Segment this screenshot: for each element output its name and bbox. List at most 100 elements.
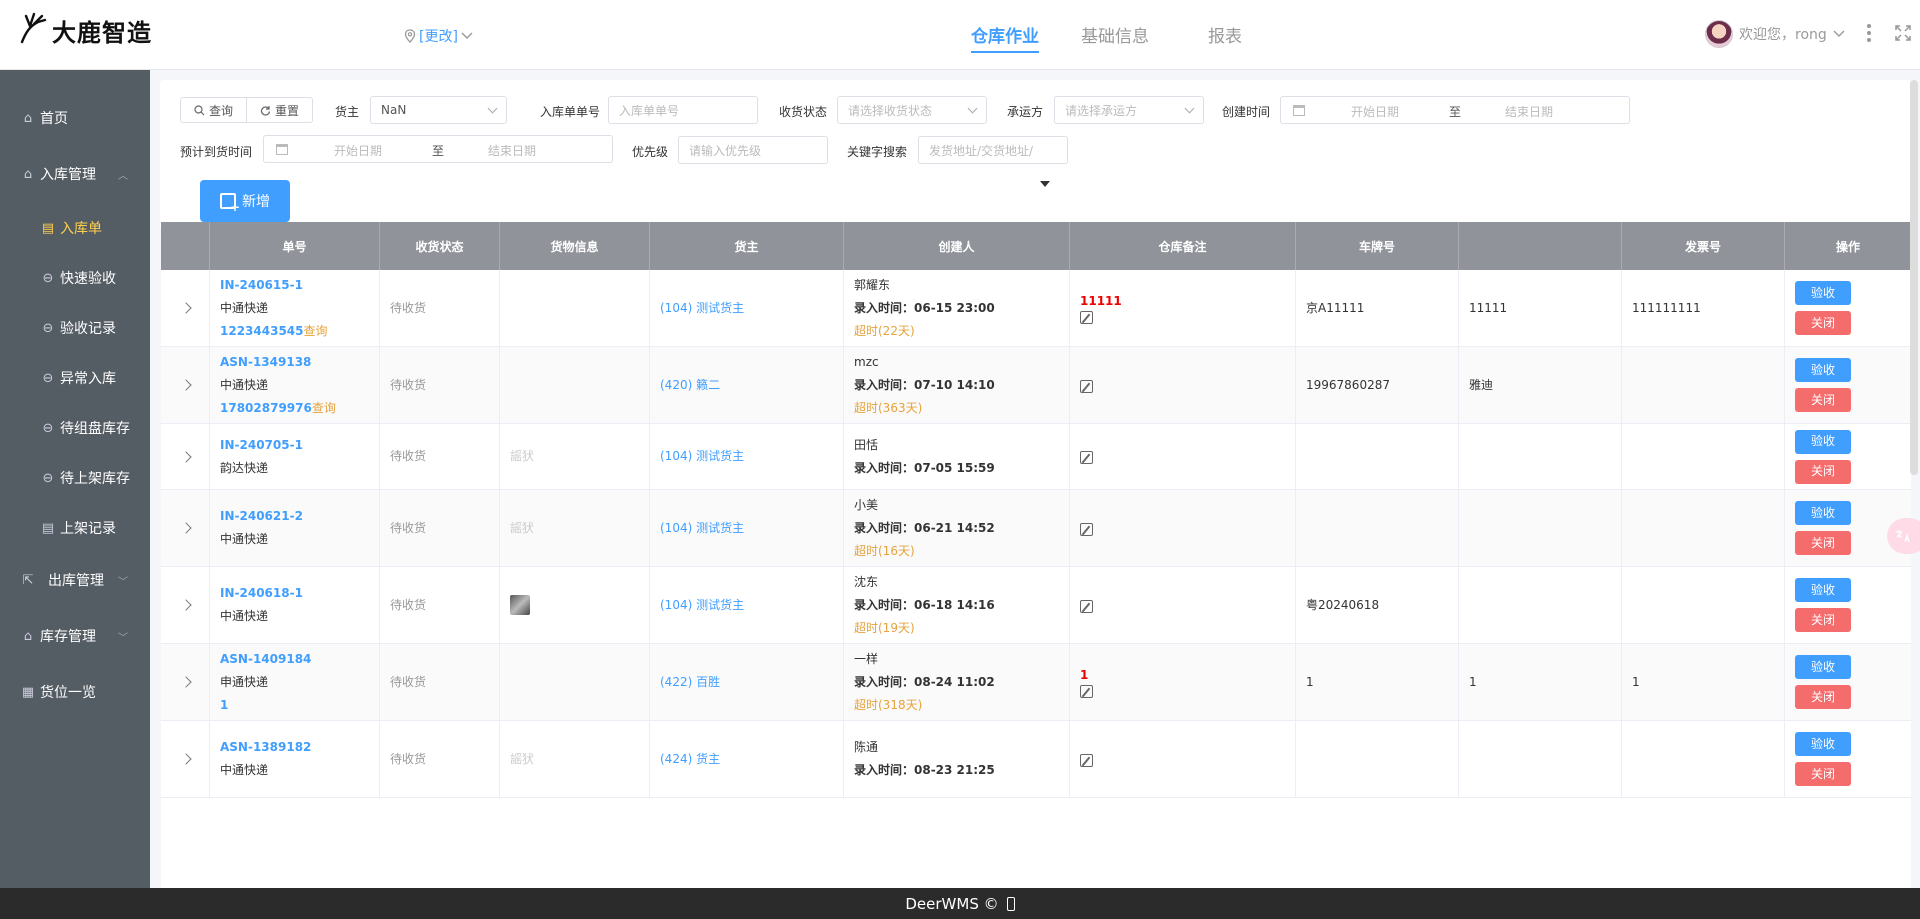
creator-name: 郭耀东 <box>854 277 891 292</box>
accept-button[interactable]: 验收 <box>1795 501 1851 525</box>
expand-filter-button[interactable] <box>1016 172 1074 196</box>
plate-no: 19967860287 <box>1306 377 1390 392</box>
expand-row-icon[interactable] <box>180 522 192 534</box>
sidebar-item-inventory[interactable]: ⌂ 库存管理 ﹀ <box>0 612 150 660</box>
sidebar-item-pending-shelving[interactable]: ⊖ 待上架库存 <box>0 454 150 502</box>
order-no-link[interactable]: IN-240621-2 <box>220 505 379 528</box>
sidebar-item-shelving-records[interactable]: ▤ 上架记录 <box>0 504 150 552</box>
logo[interactable]: 大鹿智造 <box>18 12 152 48</box>
carrier-text: 中通快递 <box>220 377 269 392</box>
order-no-link[interactable]: ASN-1389182 <box>220 736 379 759</box>
page-scrollbar[interactable] <box>1910 80 1918 475</box>
order-no-link[interactable]: IN-240705-1 <box>220 434 379 457</box>
edit-remark-icon[interactable] <box>1080 379 1093 393</box>
creator-name: 小美 <box>854 497 879 512</box>
goods-thumbnail[interactable] <box>510 595 530 615</box>
accept-button[interactable]: 验收 <box>1795 732 1851 756</box>
owner-link[interactable]: (104) 测试货主 <box>660 517 843 540</box>
priority-input[interactable]: 请输入优先级 <box>678 136 828 164</box>
mobile-icon[interactable] <box>1006 896 1015 911</box>
sidebar-item-label: 待组盘库存 <box>60 421 130 437</box>
accept-button[interactable]: 验收 <box>1795 358 1851 382</box>
order-no-input[interactable]: 入库单单号 <box>608 96 758 124</box>
keyword-placeholder: 发货地址/交货地址/ <box>929 143 1034 158</box>
close-button[interactable]: 关闭 <box>1795 311 1851 335</box>
sidebar-item-location-overview[interactable]: ▦ 货位一览 <box>0 668 150 716</box>
carrier-select[interactable]: 请选择承运方 <box>1054 96 1204 124</box>
close-button[interactable]: 关闭 <box>1795 608 1851 632</box>
close-button[interactable]: 关闭 <box>1795 531 1851 555</box>
tracking-query-link[interactable]: 查询 <box>312 401 336 415</box>
translate-float-button[interactable] <box>1887 518 1920 554</box>
sidebar-item-pending-pallet[interactable]: ⊖ 待组盘库存 <box>0 404 150 452</box>
sidebar-item-outbound[interactable]: ⇱ 出库管理 ﹀ <box>0 556 150 604</box>
tab-reports[interactable]: 报表 <box>1170 22 1280 53</box>
order-no-link[interactable]: ASN-1409184 <box>220 648 379 671</box>
order-no-link[interactable]: IN-240618-1 <box>220 582 379 605</box>
column-8-value: 雅迪 <box>1469 377 1494 392</box>
tab-warehouse-ops[interactable]: 仓库作业 <box>950 22 1060 53</box>
expand-row-icon[interactable] <box>180 302 192 314</box>
edit-remark-icon[interactable] <box>1080 451 1093 464</box>
expand-row-icon[interactable] <box>180 753 192 765</box>
edit-remark-icon[interactable] <box>1080 310 1093 324</box>
creator-name: 陈通 <box>854 740 879 754</box>
owner-link[interactable]: (422) 百胜 <box>660 671 843 694</box>
chevron-down-icon: ﹀ <box>118 632 128 644</box>
close-button[interactable]: 关闭 <box>1795 762 1851 786</box>
change-location-link[interactable]: [更改] <box>419 26 458 46</box>
sidebar-item-label: 异常入库 <box>60 371 116 387</box>
sidebar-item-label: 首页 <box>40 111 68 127</box>
order-no-link[interactable]: IN-240615-1 <box>220 274 379 297</box>
edit-remark-icon[interactable] <box>1080 684 1093 698</box>
receive-status-select[interactable]: 请选择收货状态 <box>837 96 987 124</box>
sidebar-item-inbound-order[interactable]: ▤ 入库单 <box>0 204 150 252</box>
add-button[interactable]: 新增 <box>200 180 290 222</box>
accept-button[interactable]: 验收 <box>1795 655 1851 679</box>
sidebar-item-label: 入库管理 <box>40 167 96 183</box>
sidebar-item-inbound[interactable]: ⌂ 入库管理 ︿ <box>0 150 150 198</box>
invoice-no: 111111111 <box>1632 300 1701 315</box>
close-button[interactable]: 关闭 <box>1795 685 1851 709</box>
sidebar-item-abnormal-inbound[interactable]: ⊖ 异常入库 <box>0 354 150 402</box>
chevron-down-icon <box>1833 30 1845 37</box>
column-header: 仓库备注 <box>1069 222 1295 270</box>
eta-range[interactable]: 开始日期 至 结束日期 <box>263 135 613 163</box>
keyword-input[interactable]: 发货地址/交货地址/ <box>918 136 1068 164</box>
owner-link[interactable]: (104) 测试货主 <box>660 445 843 468</box>
create-time-range[interactable]: 开始日期 至 结束日期 <box>1280 96 1630 124</box>
accept-button[interactable]: 验收 <box>1795 429 1851 454</box>
expand-row-icon[interactable] <box>180 450 192 463</box>
owner-link[interactable]: (420) 籁二 <box>660 374 843 397</box>
expand-row-icon[interactable] <box>180 379 192 391</box>
sidebar-item-label: 货位一览 <box>40 685 96 701</box>
sidebar-item-home[interactable]: ⌂ 首页 <box>0 94 150 142</box>
reset-button[interactable]: 重置 <box>246 98 312 122</box>
owner-link[interactable]: (104) 测试货主 <box>660 297 843 320</box>
user-menu[interactable]: 欢迎您，rong <box>1705 20 1845 48</box>
owner-link[interactable]: (104) 测试货主 <box>660 594 843 617</box>
owner-select[interactable]: NaN <box>370 96 507 124</box>
sidebar-item-quick-check[interactable]: ⊖ 快速验收 <box>0 254 150 302</box>
overdue-badge: 超时(318天) <box>854 697 923 712</box>
accept-button[interactable]: 验收 <box>1795 578 1851 602</box>
goods-info: 謡犾 <box>510 449 535 463</box>
expand-row-icon[interactable] <box>180 599 192 611</box>
owner-link[interactable]: (424) 货主 <box>660 748 843 771</box>
edit-remark-icon[interactable] <box>1080 599 1093 613</box>
more-vertical-icon[interactable] <box>1864 22 1874 44</box>
overdue-badge: 超时(22天) <box>854 323 915 338</box>
order-no-link[interactable]: ASN-1349138 <box>220 351 379 374</box>
expand-row-icon[interactable] <box>180 676 192 688</box>
tracking-query-link[interactable]: 查询 <box>304 324 328 338</box>
edit-remark-icon[interactable] <box>1080 522 1093 536</box>
tab-basic-info[interactable]: 基础信息 <box>1060 22 1170 53</box>
close-button[interactable]: 关闭 <box>1795 459 1851 484</box>
accept-button[interactable]: 验收 <box>1795 281 1851 305</box>
edit-remark-icon[interactable] <box>1080 753 1093 767</box>
fullscreen-icon[interactable] <box>1894 24 1912 42</box>
location-switcher[interactable]: [更改] <box>404 26 473 46</box>
sidebar-item-check-records[interactable]: ⊖ 验收记录 <box>0 304 150 352</box>
close-button[interactable]: 关闭 <box>1795 388 1851 412</box>
query-button[interactable]: 查询 <box>181 98 246 122</box>
